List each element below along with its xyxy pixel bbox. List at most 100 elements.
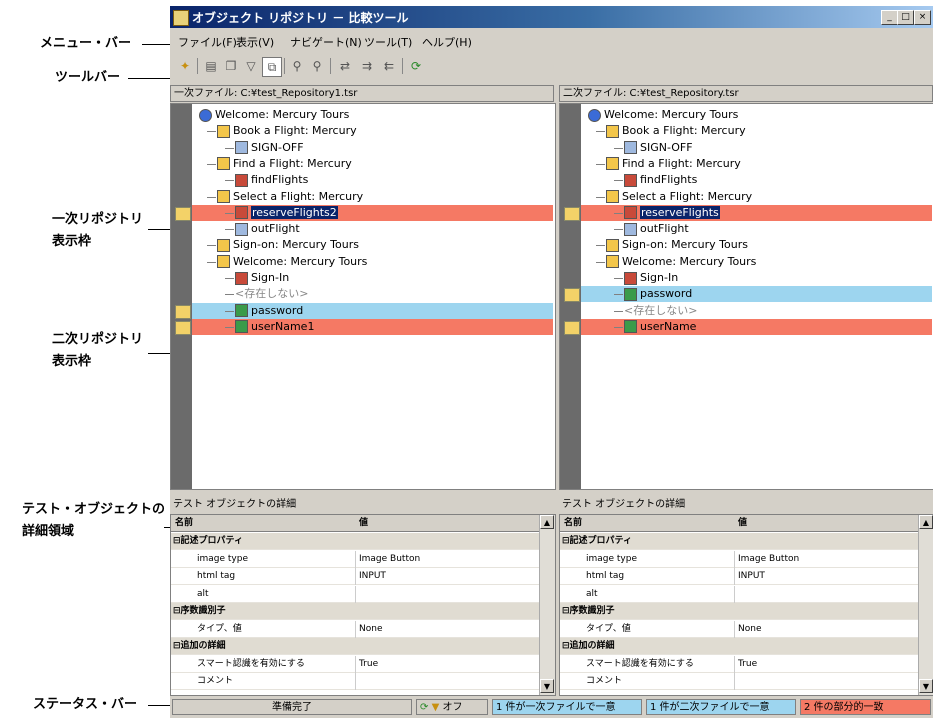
tree-node[interactable]: <存在しない> [624, 303, 697, 319]
new-icon[interactable]: ✦ [176, 57, 194, 75]
tree-node[interactable]: Sign-In [624, 270, 678, 286]
difference-marker-icon[interactable] [564, 320, 580, 335]
nav-icon[interactable]: ⇄ [336, 57, 354, 75]
difference-marker-icon[interactable] [175, 206, 191, 221]
scroll-up-button[interactable]: ▲ [919, 515, 933, 529]
tree-node[interactable]: Sign-on: Mercury Tours [217, 237, 359, 253]
tree-node[interactable]: findFlights [235, 172, 308, 188]
scroll-down-button[interactable]: ▼ [919, 679, 933, 693]
collapse-icon[interactable]: ⊟ [562, 536, 570, 546]
difference-marker-icon[interactable] [564, 288, 580, 303]
menu-tools[interactable]: ツール(T) [364, 34, 412, 50]
property-row[interactable]: image type Image Button [560, 550, 918, 568]
filter-icon[interactable]: ▽ [242, 57, 260, 75]
property-row[interactable]: html tag INPUT [171, 568, 539, 585]
menu-file[interactable]: ファイル(F) [178, 34, 237, 50]
tree-node[interactable]: outFlight [624, 221, 689, 237]
property-category[interactable]: ⊟追加の詳細 [171, 638, 539, 655]
tree-node-label: userName [640, 319, 697, 333]
property-category[interactable]: ⊟記述プロパティ [560, 533, 918, 550]
menu-navigate[interactable]: ナビゲート(N) [290, 34, 362, 50]
property-category[interactable]: ⊟序数識別子 [171, 603, 539, 620]
scrollbar[interactable]: ▲ ▼ [539, 515, 555, 695]
tree-node[interactable]: Welcome: Mercury Tours [199, 107, 349, 123]
primary-details-grid[interactable]: 名前 値 ⊟記述プロパティ image type Image Button html ta… [170, 514, 556, 696]
nav-next-icon[interactable]: ⇉ [358, 57, 376, 75]
status-unique-primary[interactable]: 1 件が一次ファイルで一意 [492, 699, 642, 715]
tree-node[interactable]: userName1 [235, 319, 314, 335]
tree-node[interactable]: Find a Flight: Mercury [217, 156, 352, 172]
tree-node[interactable]: Sign-on: Mercury Tours [606, 237, 748, 253]
tree-node[interactable]: reserveFlights [624, 205, 720, 221]
property-row[interactable]: コメント [171, 673, 539, 690]
tree-node[interactable]: Sign-In [235, 270, 289, 286]
window-title: オブジェクト リポジトリ － 比較ツール [192, 11, 409, 25]
property-row[interactable]: スマート認識を有効にする True [171, 655, 539, 673]
close-button[interactable]: × [914, 10, 931, 25]
property-category[interactable]: ⊟記述プロパティ [171, 533, 539, 550]
secondary-details-grid[interactable]: 名前 値 ⊟記述プロパティ image type Image Button html ta… [559, 514, 933, 696]
collapse-icon[interactable]: ⊟ [562, 606, 570, 616]
copy-icon[interactable]: ❐ [222, 57, 240, 75]
tree-node[interactable]: <存在しない> [235, 286, 308, 302]
column-value-header[interactable]: 値 [738, 515, 747, 532]
scrollbar[interactable]: ▲ ▼ [918, 515, 933, 695]
tree-node[interactable]: outFlight [235, 221, 300, 237]
difference-marker-icon[interactable] [564, 206, 580, 221]
tree-node[interactable]: reserveFlights2 [235, 205, 338, 221]
primary-repository-pane[interactable]: Welcome: Mercury Tours Book a Flight: Mer… [170, 103, 556, 490]
status-partial-match[interactable]: 2 件の部分的一致 [800, 699, 931, 715]
tree-node[interactable]: Select a Flight: Mercury [606, 189, 752, 205]
difference-marker-icon[interactable] [175, 304, 191, 319]
collapse-icon[interactable]: ⊟ [173, 536, 181, 546]
refresh-icon[interactable]: ⟳ [407, 57, 425, 75]
maximize-button[interactable]: □ [897, 10, 914, 25]
property-row[interactable]: スマート認識を有効にする True [560, 655, 918, 673]
tree-node[interactable]: password [624, 286, 692, 302]
menu-help[interactable]: ヘルプ(H) [422, 34, 472, 50]
tree-node[interactable]: Welcome: Mercury Tours [217, 254, 367, 270]
property-category[interactable]: ⊟追加の詳細 [560, 638, 918, 655]
btn-icon [235, 271, 248, 285]
column-name-header[interactable]: 名前 [564, 515, 582, 532]
property-category[interactable]: ⊟序数識別子 [560, 603, 918, 620]
status-unique-secondary[interactable]: 1 件が二次ファイルで一意 [646, 699, 796, 715]
tree-node[interactable]: password [235, 303, 303, 319]
collapse-icon[interactable]: ⊟ [173, 606, 181, 616]
find-icon[interactable]: ⚲ [288, 57, 306, 75]
tree-node[interactable]: userName [624, 319, 696, 335]
status-filter[interactable]: ⟳ ▼ オフ [416, 699, 488, 715]
property-row[interactable]: image type Image Button [171, 550, 539, 568]
tree-node[interactable]: Welcome: Mercury Tours [606, 254, 756, 270]
property-row[interactable]: タイプ、値 None [171, 620, 539, 638]
nav-prev-icon[interactable]: ⇇ [380, 57, 398, 75]
column-name-header[interactable]: 名前 [175, 515, 193, 532]
column-value-header[interactable]: 値 [359, 515, 368, 532]
scroll-down-button[interactable]: ▼ [540, 679, 554, 693]
property-row[interactable]: alt [171, 585, 539, 603]
compare-icon[interactable]: ⧉ [262, 57, 282, 77]
field-icon [235, 304, 248, 318]
tree-node-label: userName1 [251, 319, 315, 333]
table-icon[interactable]: ▤ [202, 57, 220, 75]
tree-node[interactable]: SIGN-OFF [624, 140, 693, 156]
find-next-icon[interactable]: ⚲ [308, 57, 326, 75]
collapse-icon[interactable]: ⊟ [562, 641, 570, 651]
menu-view[interactable]: 表示(V) [236, 34, 274, 50]
tree-node[interactable]: SIGN-OFF [235, 140, 304, 156]
tree-node[interactable]: Select a Flight: Mercury [217, 189, 363, 205]
tree-node[interactable]: findFlights [624, 172, 697, 188]
tree-node[interactable]: Find a Flight: Mercury [606, 156, 741, 172]
property-row[interactable]: html tag INPUT [560, 568, 918, 585]
tree-node[interactable]: Book a Flight: Mercury [217, 123, 357, 139]
property-row[interactable]: タイプ、値 None [560, 620, 918, 638]
collapse-icon[interactable]: ⊟ [173, 641, 181, 651]
tree-node[interactable]: Book a Flight: Mercury [606, 123, 746, 139]
property-row[interactable]: alt [560, 585, 918, 603]
tree-node[interactable]: Welcome: Mercury Tours [588, 107, 738, 123]
property-row[interactable]: コメント [560, 673, 918, 690]
scroll-up-button[interactable]: ▲ [540, 515, 554, 529]
minimize-button[interactable]: _ [881, 10, 898, 25]
difference-marker-icon[interactable] [175, 320, 191, 335]
secondary-repository-pane[interactable]: Welcome: Mercury Tours Book a Flight: Mer… [559, 103, 933, 490]
